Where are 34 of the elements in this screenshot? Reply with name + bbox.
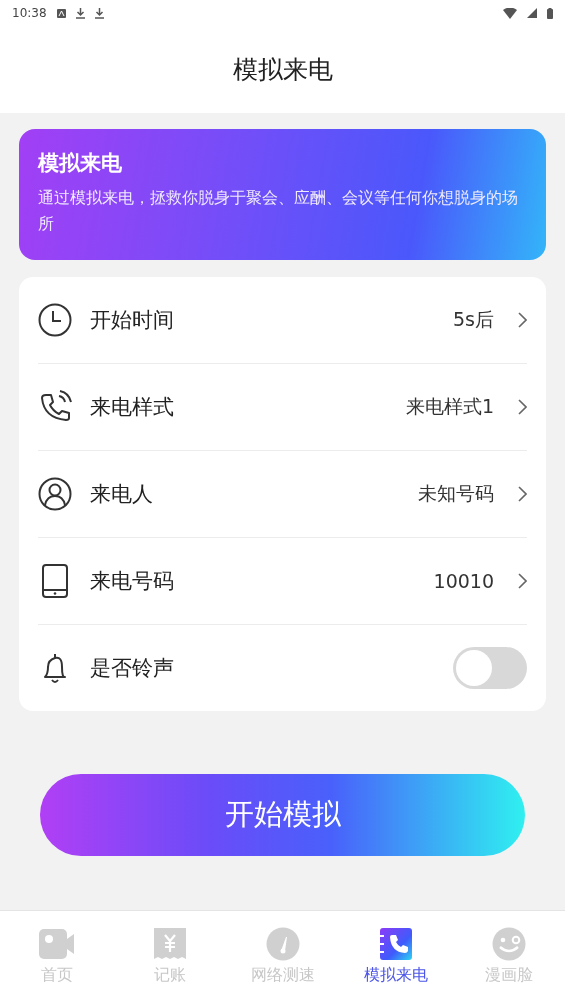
wifi-icon	[503, 7, 517, 19]
setting-label: 来电号码	[90, 568, 175, 595]
tab[interactable]: 模拟来电	[339, 911, 452, 1004]
setting-label: 开始时间	[90, 307, 175, 334]
chevron-right-icon	[518, 399, 527, 415]
setting-label: 来电人	[90, 481, 154, 508]
smiley-icon	[491, 927, 526, 961]
phone-book-icon	[378, 927, 413, 961]
toggle-switch[interactable]	[453, 647, 527, 689]
setting-label: 来电样式	[90, 394, 175, 421]
person-icon	[38, 477, 72, 511]
banner-description: 通过模拟来电，拯救你脱身于聚会、应酬、会议等任何你想脱身的场所	[38, 188, 519, 235]
notification-icon	[56, 8, 66, 18]
download-icon	[94, 7, 104, 19]
setting-value[interactable]: 未知号码	[418, 481, 494, 507]
setting-label: 是否铃声	[90, 655, 175, 682]
start-button[interactable]: 开始模拟	[40, 774, 525, 856]
download-icon	[75, 7, 85, 19]
chevron-right-icon	[518, 573, 527, 589]
video-camera-icon	[38, 927, 75, 961]
phone-icon	[38, 390, 72, 424]
chevron-right-icon	[518, 312, 527, 328]
clock-time: 10:38	[12, 6, 47, 20]
clock-icon	[38, 303, 72, 337]
signal-icon	[527, 8, 537, 18]
battery-icon	[547, 7, 553, 19]
banner-title: 模拟来电	[38, 150, 122, 177]
page-title: 模拟来电	[232, 54, 333, 86]
setting-value[interactable]: 10010	[433, 570, 494, 592]
setting-value[interactable]: 5s后	[453, 307, 494, 333]
receipt-icon	[152, 927, 187, 961]
chevron-right-icon	[518, 486, 527, 502]
setting-value[interactable]: 来电样式1	[405, 394, 494, 420]
speedometer-icon	[265, 927, 300, 961]
